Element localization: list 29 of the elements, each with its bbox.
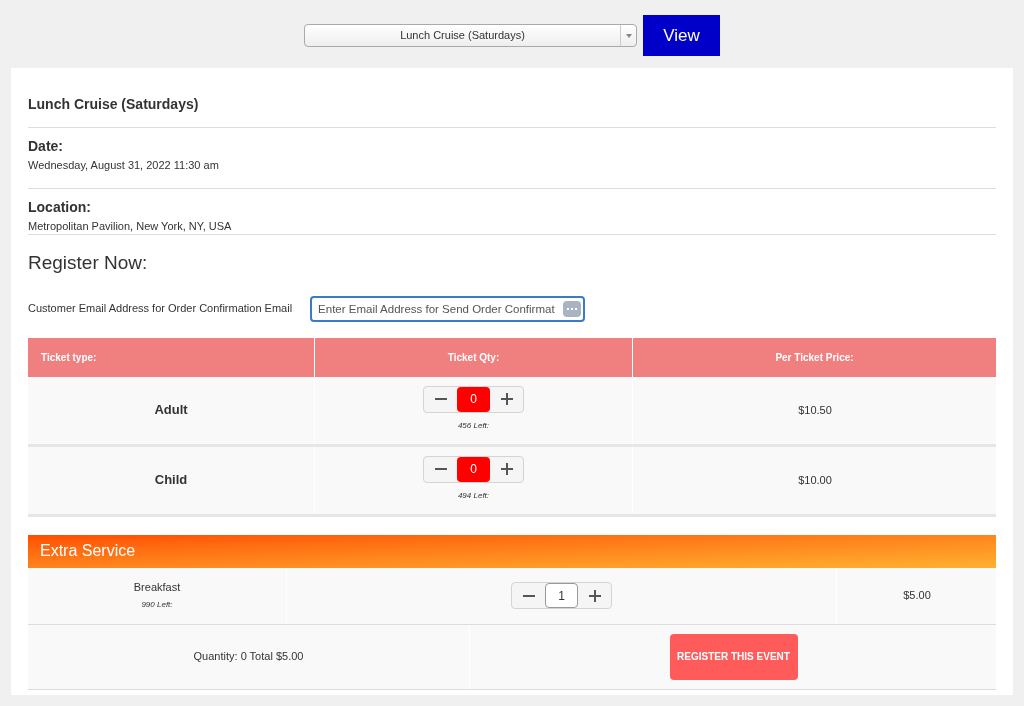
remaining-count: 456 Left:	[457, 419, 490, 432]
minus-icon	[522, 594, 535, 597]
plus-icon	[588, 589, 601, 602]
service-price: $5.00	[903, 588, 931, 604]
remaining-count: 494 Left:	[457, 489, 490, 502]
column-header: Ticket type:	[28, 337, 315, 377]
ticket-price: $10.00	[798, 472, 832, 488]
service-name: Breakfast	[133, 579, 181, 595]
ticket-type: Child	[154, 471, 188, 490]
email-label: Customer Email Address for Order Confirmation Email	[28, 301, 293, 317]
column-header: Ticket Qty:	[315, 337, 633, 377]
event-title: Lunch Cruise (Saturdays)	[28, 95, 200, 114]
location-label: Location:	[28, 197, 92, 217]
remaining-count: 990 Left:	[141, 599, 173, 611]
event-select[interactable]: Lunch Cruise (Saturdays)	[304, 24, 637, 47]
register-heading: Register Now:	[28, 251, 149, 275]
caret-icon	[625, 33, 632, 38]
event-date: Wednesday, August 31, 2022 11:30 am	[28, 158, 220, 173]
view-button[interactable]: View	[643, 15, 720, 56]
order-summary: Quantity: 0 Total $5.00	[193, 649, 304, 665]
quantity-field[interactable]: 1	[545, 583, 578, 608]
event-location: Metropolitan Pavilion, New York, NY, USA	[28, 218, 233, 234]
extra-service-header: Extra Service	[28, 534, 996, 568]
ticket-price: $10.50	[798, 402, 832, 418]
email-field[interactable]: Enter Email Address for Send Order Confirmat	[310, 295, 586, 322]
more-icon	[563, 300, 582, 317]
ticket-type: Adult	[154, 401, 188, 420]
column-header: Per Ticket Price:	[633, 337, 997, 377]
date-label: Date:	[28, 137, 64, 156]
